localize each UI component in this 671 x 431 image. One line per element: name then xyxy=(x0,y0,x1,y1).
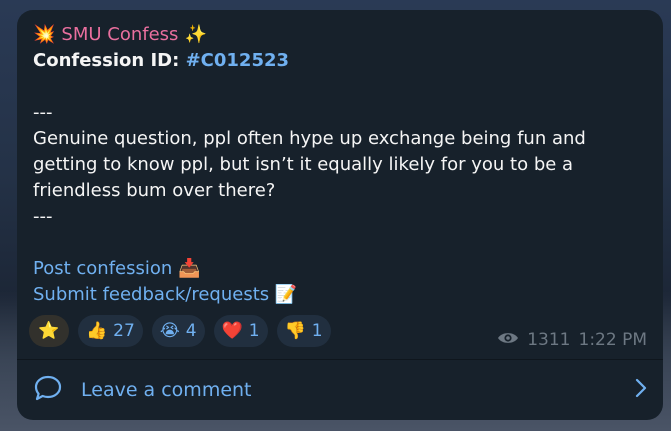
channel-name[interactable]: SMU Confess xyxy=(61,22,178,48)
post-content: 💥 SMU Confess ✨ Confession ID: #C012523 … xyxy=(33,22,647,308)
reaction-star[interactable]: ⭐ xyxy=(29,315,69,347)
sparkles-emoji: ✨ xyxy=(184,24,207,45)
separator-bottom: --- xyxy=(33,206,53,227)
inbox-tray-emoji: 📥 xyxy=(178,258,201,279)
reaction-thumbs-up[interactable]: 👍 27 xyxy=(78,315,143,347)
eye-icon xyxy=(497,330,519,350)
post-confession-link[interactable]: Post confession xyxy=(33,258,172,279)
collision-emoji: 💥 xyxy=(33,24,56,45)
reaction-heart[interactable]: ❤️ 1 xyxy=(213,315,268,347)
view-count: 1311 xyxy=(527,330,571,350)
star-emoji: ⭐ xyxy=(38,321,60,341)
leave-comment-label: Leave a comment xyxy=(81,379,252,401)
body-line-1: Genuine question, ppl often hype up exch… xyxy=(33,128,586,149)
reaction-crying[interactable]: 😭 4 xyxy=(151,315,205,347)
channel-header[interactable]: 💥 SMU Confess ✨ xyxy=(33,22,647,48)
submit-feedback-link[interactable]: Submit feedback/requests xyxy=(33,284,269,305)
channel-post-bubble: 💥 SMU Confess ✨ Confession ID: #C012523 … xyxy=(17,10,663,420)
chevron-right-icon xyxy=(635,378,647,403)
reactions-bar: ⭐ 👍 27 😭 4 ❤️ 1 👎 1 xyxy=(29,315,331,347)
crying-emoji: 😭 xyxy=(159,321,180,341)
feedback-row: Submit feedback/requests 📝 xyxy=(33,282,647,308)
thumbs-up-emoji: 👍 xyxy=(86,321,108,341)
heart-emoji: ❤️ xyxy=(221,321,243,341)
confession-id-line: Confession ID: #C012523 xyxy=(33,48,647,74)
post-meta: 1311 1:22 PM xyxy=(497,330,647,350)
divider xyxy=(17,359,663,360)
thumbs-down-emoji: 👎 xyxy=(284,321,306,341)
body-line-3: friendless bum over there? xyxy=(33,180,276,201)
reaction-count: 27 xyxy=(113,321,135,341)
comment-bubble-icon xyxy=(33,374,63,407)
post-time: 1:22 PM xyxy=(578,330,648,350)
post-confession-row: Post confession 📥 xyxy=(33,256,647,282)
memo-emoji: 📝 xyxy=(274,284,298,305)
reaction-count: 1 xyxy=(311,321,323,341)
separator-top: --- xyxy=(33,102,53,123)
reaction-count: 1 xyxy=(248,321,260,341)
confession-id-hashtag[interactable]: #C012523 xyxy=(186,50,289,71)
confession-id-label: Confession ID: xyxy=(33,50,180,71)
reaction-thumbs-down[interactable]: 👎 1 xyxy=(276,315,331,347)
leave-comment-button[interactable]: Leave a comment xyxy=(33,370,647,410)
reaction-count: 4 xyxy=(185,321,197,341)
body-line-2: getting to know ppl, but isn’t it equall… xyxy=(33,154,574,175)
